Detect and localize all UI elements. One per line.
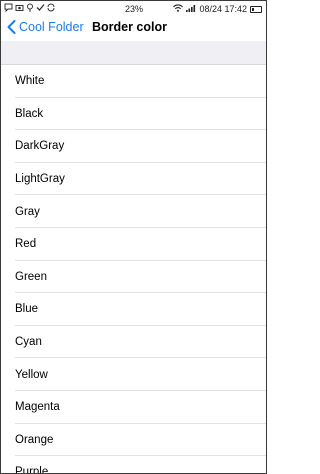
signal-icon <box>186 1 196 17</box>
status-datetime: 08/24 17:42 <box>199 4 247 14</box>
list-item-label: Green <box>15 270 47 283</box>
list-item-label: Magenta <box>15 401 60 414</box>
list-item-label: Yellow <box>15 368 48 381</box>
list-item-blue[interactable]: Blue <box>1 293 266 326</box>
list-item-purple[interactable]: Purple <box>1 456 266 474</box>
status-bar: 23% 08/24 17:42 <box>1 1 266 17</box>
status-right: 08/24 17:42 <box>173 1 262 17</box>
list-item-label: White <box>15 75 45 88</box>
list-item-label: LightGray <box>15 173 65 186</box>
list-item-red[interactable]: Red <box>1 228 266 261</box>
page-title: Border color <box>91 20 167 34</box>
battery-level <box>252 7 254 11</box>
screen: 23% 08/24 17:42 Cool Folder Border color… <box>0 0 267 474</box>
navigation-bar: Cool Folder Border color <box>1 17 266 41</box>
list-item-label: Purple <box>15 466 49 474</box>
list-item-label: DarkGray <box>15 140 65 153</box>
section-header <box>1 41 266 65</box>
battery-icon <box>250 5 262 13</box>
wifi-icon <box>173 1 184 17</box>
check-icon <box>36 1 45 17</box>
status-icons-left <box>4 1 55 17</box>
list-item-gray[interactable]: Gray <box>1 195 266 228</box>
battery-percent: 23% <box>125 4 144 14</box>
list-item-cyan[interactable]: Cyan <box>1 326 266 359</box>
list-item-label: Red <box>15 238 37 251</box>
list-item-darkgray[interactable]: DarkGray <box>1 130 266 163</box>
notification-icon <box>4 1 13 17</box>
list-item-label: Blue <box>15 303 39 316</box>
list-item-black[interactable]: Black <box>1 98 266 131</box>
camera-icon <box>15 1 24 17</box>
sync-icon <box>47 1 55 17</box>
list-item-orange[interactable]: Orange <box>1 424 266 457</box>
list-item-magenta[interactable]: Magenta <box>1 391 266 424</box>
list-item-label: Cyan <box>15 336 42 349</box>
pin-icon <box>26 1 34 17</box>
list-item-label: Gray <box>15 205 40 218</box>
list-item-label: Black <box>15 107 44 120</box>
list-item-yellow[interactable]: Yellow <box>1 358 266 391</box>
list-item-lightgray[interactable]: LightGray <box>1 163 266 196</box>
list-item-white[interactable]: White <box>1 65 266 98</box>
list-item-label: Orange <box>15 433 54 446</box>
list-item-green[interactable]: Green <box>1 261 266 294</box>
color-list: White Black DarkGray LightGray Gray Red Green B… <box>1 65 266 474</box>
